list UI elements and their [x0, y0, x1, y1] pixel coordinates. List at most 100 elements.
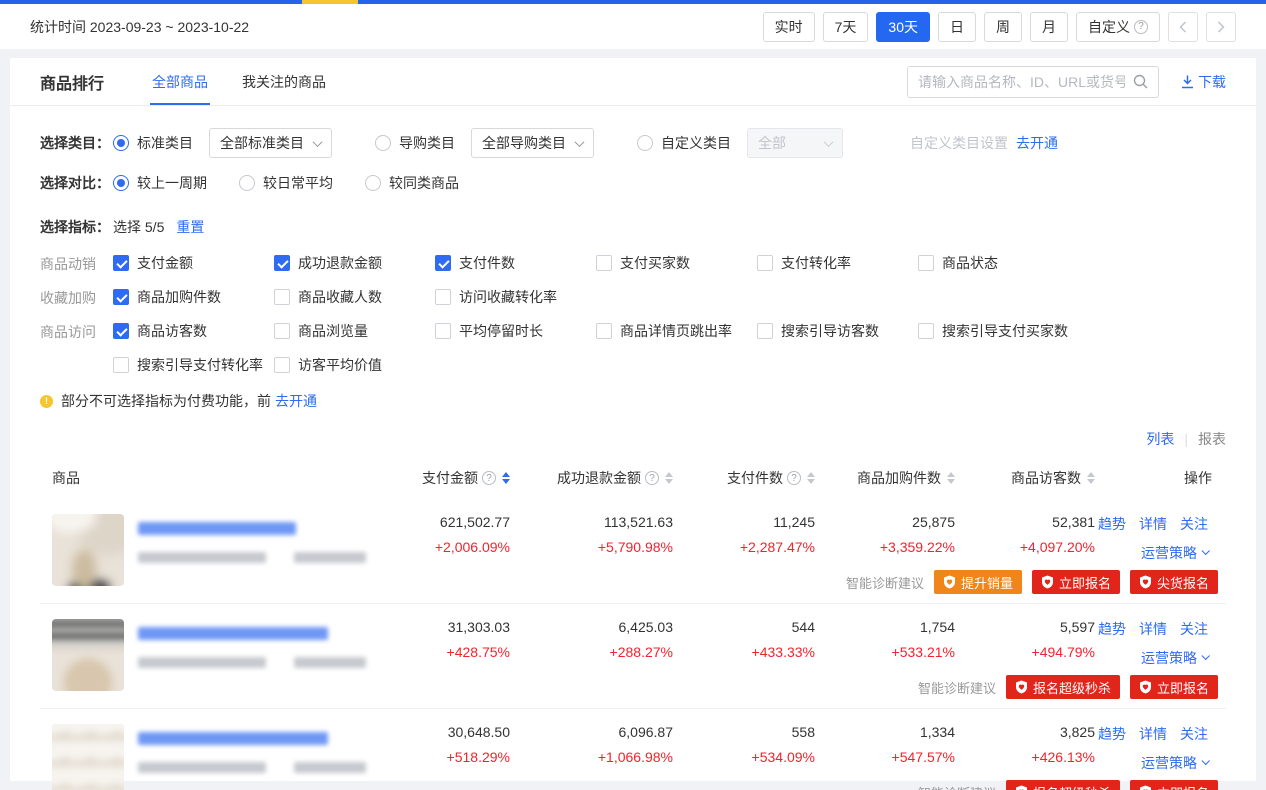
- action-link-2[interactable]: 关注: [1180, 619, 1208, 639]
- period-button-5[interactable]: 月: [1030, 12, 1068, 42]
- column-header-label: 支付件数: [727, 468, 783, 488]
- page-title: 商品排行: [40, 70, 104, 94]
- checkbox[interactable]: [918, 255, 934, 271]
- checkbox[interactable]: [113, 357, 129, 373]
- diagnosis-badge-1[interactable]: 立即报名: [1032, 570, 1120, 594]
- radio-button[interactable]: [113, 175, 129, 191]
- period-button-0[interactable]: 实时: [763, 12, 815, 42]
- period-button-1[interactable]: 7天: [823, 12, 869, 42]
- search-icon[interactable]: [1133, 74, 1148, 89]
- action-link-0[interactable]: 趋势: [1098, 514, 1126, 534]
- metric-value: 31,303.03: [360, 619, 510, 635]
- category-select-1[interactable]: 全部导购类目: [471, 128, 594, 158]
- product-image[interactable]: [52, 514, 124, 586]
- category-select-0[interactable]: 全部标准类目: [209, 128, 332, 158]
- radio-button[interactable]: [375, 135, 391, 151]
- checkbox[interactable]: [435, 255, 451, 271]
- checkbox[interactable]: [757, 255, 773, 271]
- diagnosis-badge-0[interactable]: 报名超级秒杀: [1006, 780, 1120, 790]
- strategy-dropdown[interactable]: 运营策略: [1141, 753, 1208, 773]
- checkbox[interactable]: [435, 289, 451, 305]
- view-toggle-1[interactable]: 报表: [1198, 429, 1226, 449]
- action-link-0[interactable]: 趋势: [1098, 619, 1126, 639]
- product-title-blurred[interactable]: [138, 522, 296, 535]
- view-toggle: 列表|报表: [10, 411, 1256, 449]
- sort-icon[interactable]: [1087, 472, 1095, 484]
- radio-button[interactable]: [637, 135, 653, 151]
- sort-icon[interactable]: [947, 472, 955, 484]
- diagnosis-badge-2[interactable]: 尖货报名: [1130, 570, 1218, 594]
- action-link-0[interactable]: 趋势: [1098, 724, 1126, 744]
- strategy-dropdown[interactable]: 运营策略: [1141, 543, 1208, 563]
- checkbox[interactable]: [757, 323, 773, 339]
- help-icon[interactable]: ?: [645, 471, 659, 485]
- metric-checkbox-item: 商品状态: [918, 253, 1079, 273]
- radio-label: 自定义类目: [661, 133, 731, 153]
- prev-period-button[interactable]: [1168, 12, 1198, 42]
- checkbox[interactable]: [274, 289, 290, 305]
- metric-value: 1,334: [815, 724, 955, 740]
- metric-change: +518.29%: [360, 749, 510, 765]
- help-icon[interactable]: ?: [482, 471, 496, 485]
- checkbox[interactable]: [918, 323, 934, 339]
- action-link-1[interactable]: 详情: [1139, 514, 1167, 534]
- period-button-4[interactable]: 周: [984, 12, 1022, 42]
- product-image[interactable]: [52, 619, 124, 691]
- product-title-blurred[interactable]: [138, 732, 328, 745]
- chevron-down-icon: [1201, 547, 1209, 555]
- radio-button[interactable]: [365, 175, 381, 191]
- diagnosis-row: 智能诊断建议提升销量立即报名尖货报名: [360, 570, 1226, 594]
- compare-option-0: 较上一周期: [113, 173, 207, 193]
- diagnosis-badge-1[interactable]: 立即报名: [1130, 780, 1218, 790]
- sort-icon[interactable]: [665, 472, 673, 484]
- metric-group-name: 商品动销: [40, 253, 113, 274]
- activate-link[interactable]: 去开通: [1016, 133, 1058, 153]
- tab-1[interactable]: 我关注的商品: [240, 58, 328, 105]
- chevron-down-icon: [575, 137, 585, 147]
- checkbox[interactable]: [596, 323, 612, 339]
- checkbox[interactable]: [113, 323, 129, 339]
- metric-change: +494.79%: [955, 644, 1095, 660]
- metric-value: 113,521.63: [510, 514, 673, 530]
- checkbox[interactable]: [596, 255, 612, 271]
- period-button-2[interactable]: 30天: [876, 12, 930, 42]
- shield-icon: [1015, 680, 1028, 694]
- period-button-6[interactable]: 自定义?: [1076, 12, 1160, 42]
- action-link-1[interactable]: 详情: [1139, 724, 1167, 744]
- radio-button[interactable]: [239, 175, 255, 191]
- checkbox[interactable]: [274, 255, 290, 271]
- checkbox[interactable]: [435, 323, 451, 339]
- product-search-input[interactable]: [918, 74, 1125, 90]
- radio-button[interactable]: [113, 135, 129, 151]
- action-link-2[interactable]: 关注: [1180, 724, 1208, 744]
- notice-activate-link[interactable]: 去开通: [275, 391, 317, 411]
- download-button[interactable]: 下载: [1181, 72, 1226, 92]
- help-icon[interactable]: ?: [787, 471, 801, 485]
- diagnosis-badge-0[interactable]: 报名超级秒杀: [1006, 675, 1120, 699]
- reset-metrics-button[interactable]: 重置: [176, 217, 204, 237]
- strategy-dropdown[interactable]: 运营策略: [1141, 648, 1208, 668]
- metric-checkbox-item: 商品加购件数: [113, 287, 274, 307]
- tab-0[interactable]: 全部商品: [150, 58, 210, 105]
- column-header-label: 成功退款金额: [557, 468, 641, 488]
- metric-value: 6,096.87: [510, 724, 673, 740]
- diagnosis-badge-0[interactable]: 提升销量: [934, 570, 1022, 594]
- sort-icon[interactable]: [502, 472, 510, 484]
- action-link-2[interactable]: 关注: [1180, 514, 1208, 534]
- action-link-1[interactable]: 详情: [1139, 619, 1167, 639]
- metric-value: 25,875: [815, 514, 955, 530]
- sort-icon[interactable]: [807, 472, 815, 484]
- metric-value: 3,825: [955, 724, 1095, 740]
- metric-change: +3,359.22%: [815, 539, 955, 555]
- product-title-blurred[interactable]: [138, 627, 328, 640]
- view-toggle-0[interactable]: 列表: [1146, 429, 1174, 449]
- checkbox[interactable]: [113, 255, 129, 271]
- checkbox[interactable]: [113, 289, 129, 305]
- checkbox[interactable]: [274, 357, 290, 373]
- checkbox[interactable]: [274, 323, 290, 339]
- next-period-button[interactable]: [1206, 12, 1236, 42]
- period-button-3[interactable]: 日: [938, 12, 976, 42]
- diagnosis-badge-1[interactable]: 立即报名: [1130, 675, 1218, 699]
- product-table: 商品支付金额?成功退款金额?支付件数?商品加购件数商品访客数操作 621,502…: [10, 457, 1256, 790]
- product-image[interactable]: [52, 724, 124, 790]
